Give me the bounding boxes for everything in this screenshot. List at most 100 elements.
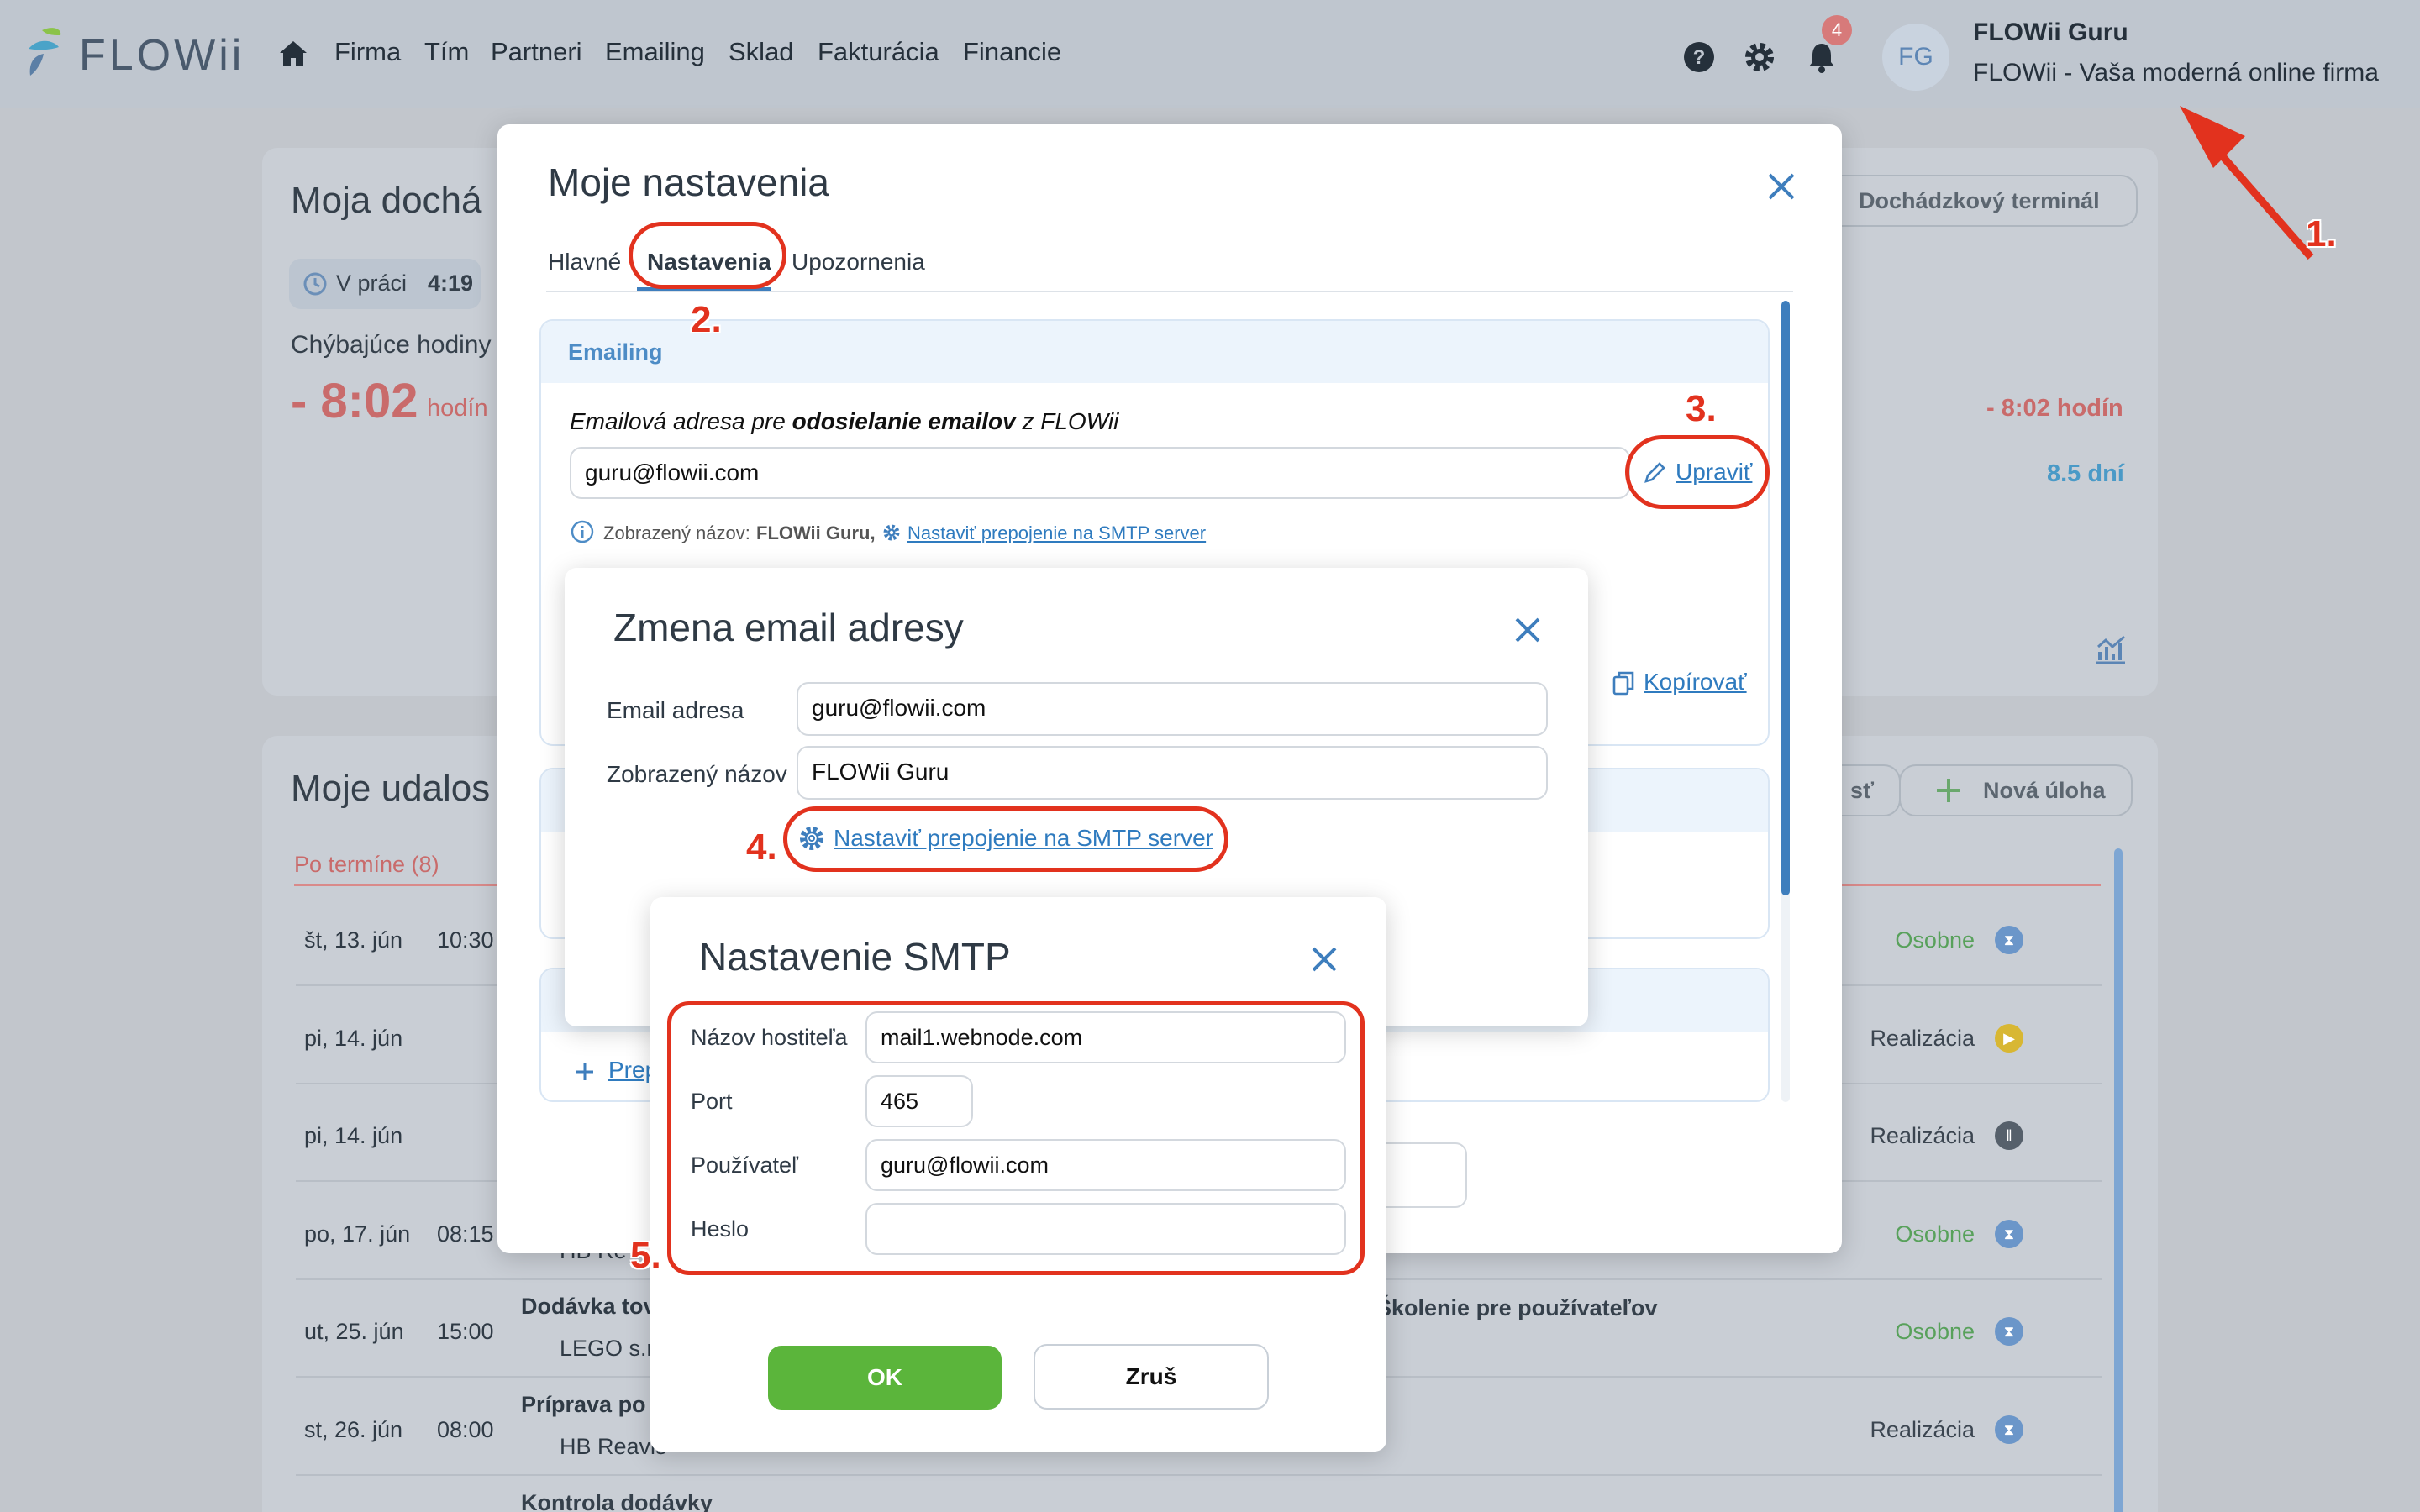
hourglass-icon[interactable]: ⧗ — [1995, 1415, 2023, 1444]
attendance-title: Moja dochá — [291, 180, 482, 221]
event-tag: Osobne — [1895, 1319, 1975, 1344]
annotation-arrow — [2180, 106, 2314, 260]
info-icon — [571, 520, 594, 543]
nav-item-emailing[interactable]: Emailing — [605, 37, 705, 67]
event-last-title: Kontrola dodávky — [521, 1490, 713, 1512]
display-name-value: FLOWii Guru, — [756, 522, 876, 543]
missing-hours-unit: hodín — [427, 395, 488, 422]
chart-icon[interactable] — [2094, 635, 2128, 665]
hourglass-icon[interactable]: ⧗ — [1995, 926, 2023, 954]
annotation-4: 4. — [746, 827, 777, 868]
help-icon[interactable]: ? — [1682, 40, 1716, 74]
email-address-label: Email adresa — [607, 697, 744, 723]
event-tag: Osobne — [1895, 927, 1975, 953]
flowii-logo-icon[interactable] — [25, 25, 67, 81]
svg-text:?: ? — [1693, 46, 1706, 69]
nav-item-sklad[interactable]: Sklad — [729, 37, 794, 67]
event-extra-title: ie Školenie pre používateľov — [1351, 1295, 1658, 1320]
vacation-days-summary: 8.5 dní — [2047, 460, 2124, 487]
attendance-terminal-button[interactable]: Dochádzkový terminál — [1817, 175, 2138, 227]
settings-scrollbar-thumb[interactable] — [1781, 301, 1790, 895]
event-tag: Realizácia — [1870, 1025, 1975, 1051]
missing-hours-summary: - 8:02 hodín — [1986, 395, 2123, 422]
overdue-label: Po termíne (8) — [294, 852, 439, 877]
display-name-field[interactable]: FLOWii Guru — [797, 746, 1548, 800]
email-address-field[interactable]: guru@flowii.com — [797, 682, 1548, 736]
clock-icon — [303, 272, 327, 296]
annotation-oval-tab — [629, 222, 786, 289]
event-subtitle: LEGO s.r — [560, 1336, 655, 1361]
annotation-1: 1. — [2306, 213, 2337, 255]
event-title[interactable]: Príprava po — [521, 1392, 646, 1418]
cancel-button[interactable]: Zruš — [1034, 1344, 1269, 1410]
tab-upozornenia[interactable]: Upozornenia — [792, 249, 925, 276]
plus-icon[interactable] — [575, 1062, 595, 1082]
event-time: 08:00 — [437, 1416, 494, 1442]
nav-item-tim[interactable]: Tím — [424, 37, 469, 67]
user-name[interactable]: FLOWii Guru — [1973, 18, 2128, 47]
events-scrollbar[interactable] — [2114, 848, 2123, 1512]
emailing-section-header: Emailing — [541, 321, 1768, 383]
new-task-label: Nová úloha — [1983, 778, 2106, 803]
avatar[interactable]: FG — [1882, 24, 1949, 91]
close-icon[interactable] — [1765, 170, 1798, 203]
pause-icon[interactable]: ‖ — [1995, 1121, 2023, 1150]
flowii-logo-text[interactable]: FLOWii — [79, 30, 245, 81]
event-tag: Realizácia — [1870, 1123, 1975, 1148]
tabs-divider — [546, 291, 1793, 292]
annotation-oval-smtp-link — [783, 806, 1228, 872]
top-navigation-bar: FLOWii Firma Tím Partneri Emailing Sklad… — [0, 0, 2420, 108]
hourglass-icon[interactable]: ⧗ — [1995, 1219, 2023, 1248]
gear-icon — [883, 524, 900, 541]
work-status-label: V práci — [336, 270, 408, 296]
emailing-section-title: Emailing — [568, 339, 663, 365]
tab-hlavne[interactable]: Hlavné — [548, 249, 621, 276]
settings-modal-title: Moje nastavenia — [548, 160, 829, 204]
event-date: st, 26. jún — [304, 1416, 403, 1442]
sender-email-field[interactable]: guru@flowii.com — [570, 447, 1630, 499]
event-date: ut, 25. jún — [304, 1319, 404, 1344]
ok-button[interactable]: OK — [768, 1346, 1002, 1410]
event-time: 10:30 — [437, 927, 494, 953]
sender-email-label: Emailová adresa pre odosielanie emailov … — [570, 408, 1119, 434]
smtp-modal-title: Nastavenie SMTP — [699, 935, 1011, 979]
change-email-title: Zmena email adresy — [613, 606, 964, 649]
work-status-time: 4:19 — [428, 270, 474, 296]
event-title[interactable]: Dodávka tov — [521, 1294, 656, 1320]
close-icon[interactable] — [1511, 613, 1544, 647]
events-title: Moje udalos — [291, 768, 491, 809]
settings-scrollbar-track[interactable] — [1781, 301, 1790, 1102]
nav-item-financie[interactable]: Financie — [963, 37, 1061, 67]
annotation-2: 2. — [691, 299, 722, 340]
close-icon[interactable] — [1307, 942, 1341, 976]
event-date: št, 13. jún — [304, 927, 403, 953]
home-icon[interactable] — [277, 39, 309, 69]
gear-icon[interactable] — [1743, 40, 1776, 74]
smtp-link-small[interactable]: Nastaviť prepojenie na SMTP server — [908, 522, 1206, 544]
event-date: pi, 14. jún — [304, 1123, 403, 1148]
event-date: po, 17. jún — [304, 1221, 411, 1247]
play-icon[interactable]: ▶ — [1995, 1023, 2023, 1053]
hourglass-icon[interactable]: ⧗ — [1995, 1317, 2023, 1346]
missing-hours-label: Chýbajúce hodiny — [291, 331, 492, 359]
nav-item-fakturacia[interactable]: Fakturácia — [818, 37, 939, 67]
annotation-oval-edit — [1625, 435, 1770, 509]
event-time: 15:00 — [437, 1319, 494, 1344]
annotation-5: 5. — [630, 1235, 661, 1276]
annotation-box-smtp-fields — [667, 1001, 1365, 1275]
annotation-3: 3. — [1686, 388, 1717, 429]
copy-link[interactable]: Kopírovať — [1644, 669, 1747, 696]
notification-count-badge: 4 — [1822, 15, 1852, 45]
display-name-prefix: Zobrazený názov: — [603, 522, 750, 543]
copy-icon[interactable] — [1612, 670, 1635, 696]
nav-item-partneri[interactable]: Partneri — [491, 37, 582, 67]
bell-icon[interactable] — [1805, 40, 1839, 74]
missing-hours-value: - 8:02 — [291, 374, 418, 428]
company-name[interactable]: FLOWii - Vaša moderná online firma — [1973, 59, 2379, 87]
event-date: pi, 14. jún — [304, 1025, 403, 1051]
event-tag: Realizácia — [1870, 1416, 1975, 1442]
display-name-label: Zobrazený názov — [607, 761, 787, 787]
event-row-divider — [296, 1473, 2102, 1476]
nav-item-firma[interactable]: Firma — [334, 37, 401, 67]
plus-icon — [1937, 779, 1960, 802]
